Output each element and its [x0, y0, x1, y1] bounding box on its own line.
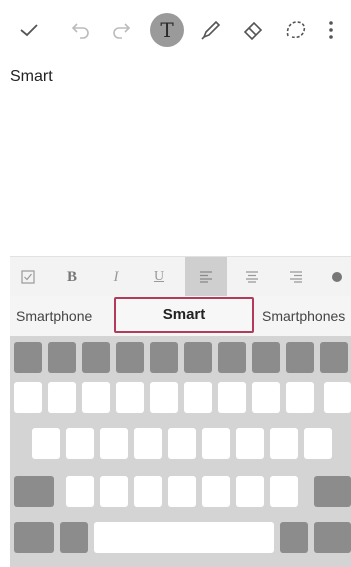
keyboard-key[interactable]: [134, 428, 162, 459]
keyboard-key[interactable]: [218, 382, 246, 413]
keyboard-key[interactable]: [218, 342, 246, 373]
color-dot-icon[interactable]: [323, 257, 351, 297]
suggestion-highlight[interactable]: Smart: [114, 297, 254, 333]
underline-button[interactable]: U: [143, 257, 175, 297]
keyboard-key[interactable]: [82, 382, 110, 413]
keyboard-key[interactable]: [82, 342, 110, 373]
backspace-key[interactable]: [314, 476, 351, 507]
keyboard-key[interactable]: [100, 476, 128, 507]
keyboard: [10, 336, 351, 567]
keyboard-key[interactable]: [48, 382, 76, 413]
period-key[interactable]: [280, 522, 308, 553]
keyboard-key[interactable]: [270, 476, 298, 507]
keyboard-key[interactable]: [286, 382, 314, 413]
redo-icon[interactable]: [106, 14, 136, 46]
keyboard-key[interactable]: [32, 428, 60, 459]
keyboard-key[interactable]: [252, 382, 280, 413]
enter-key[interactable]: [314, 522, 351, 553]
keyboard-key[interactable]: [184, 382, 212, 413]
keyboard-key[interactable]: [236, 428, 264, 459]
align-left-icon[interactable]: [185, 257, 227, 297]
keyboard-key[interactable]: [14, 382, 42, 413]
keyboard-key[interactable]: [286, 342, 314, 373]
note-text[interactable]: Smart: [10, 68, 53, 86]
more-vert-icon[interactable]: [322, 14, 340, 46]
keyboard-key[interactable]: [270, 428, 298, 459]
keyboard-key[interactable]: [202, 428, 230, 459]
bold-button[interactable]: B: [56, 257, 88, 297]
text-tool-icon: T: [160, 18, 174, 42]
eraser-icon[interactable]: [238, 14, 268, 46]
suggestion-left[interactable]: Smartphone: [16, 296, 92, 336]
suggestion-right[interactable]: Smartphones: [262, 296, 345, 336]
align-right-icon[interactable]: [280, 257, 312, 297]
keyboard-key[interactable]: [202, 476, 230, 507]
note-canvas[interactable]: [10, 64, 341, 254]
settings-key[interactable]: [60, 522, 88, 553]
keyboard-key[interactable]: [14, 342, 42, 373]
keyboard-key[interactable]: [66, 476, 94, 507]
keyboard-key[interactable]: [324, 382, 351, 413]
keyboard-key[interactable]: [168, 476, 196, 507]
keyboard-key[interactable]: [184, 342, 212, 373]
keyboard-key[interactable]: [116, 342, 144, 373]
lasso-icon[interactable]: [281, 14, 311, 46]
keyboard-key[interactable]: [48, 342, 76, 373]
keyboard-key[interactable]: [150, 382, 178, 413]
keyboard-key[interactable]: [116, 382, 144, 413]
align-center-icon[interactable]: [236, 257, 268, 297]
keyboard-key[interactable]: [304, 428, 332, 459]
keyboard-key[interactable]: [236, 476, 264, 507]
keyboard-key[interactable]: [150, 342, 178, 373]
text-tool-button[interactable]: T: [150, 13, 184, 47]
check-icon[interactable]: [14, 14, 44, 46]
keyboard-key[interactable]: [66, 428, 94, 459]
note-toolbar: T: [0, 0, 351, 62]
pen-icon[interactable]: [196, 14, 226, 46]
space-key[interactable]: [94, 522, 274, 553]
suggestion-middle: Smart: [162, 306, 206, 323]
keyboard-key[interactable]: [134, 476, 162, 507]
shift-key[interactable]: [14, 476, 54, 507]
undo-icon[interactable]: [66, 14, 96, 46]
format-toolbar: B I U: [10, 256, 351, 298]
keyboard-key[interactable]: [320, 342, 348, 373]
keyboard-key[interactable]: [252, 342, 280, 373]
keyboard-key[interactable]: [100, 428, 128, 459]
keyboard-key[interactable]: [168, 428, 196, 459]
italic-button[interactable]: I: [100, 257, 132, 297]
checkbox-icon[interactable]: [12, 257, 44, 297]
symbols-key[interactable]: [14, 522, 54, 553]
